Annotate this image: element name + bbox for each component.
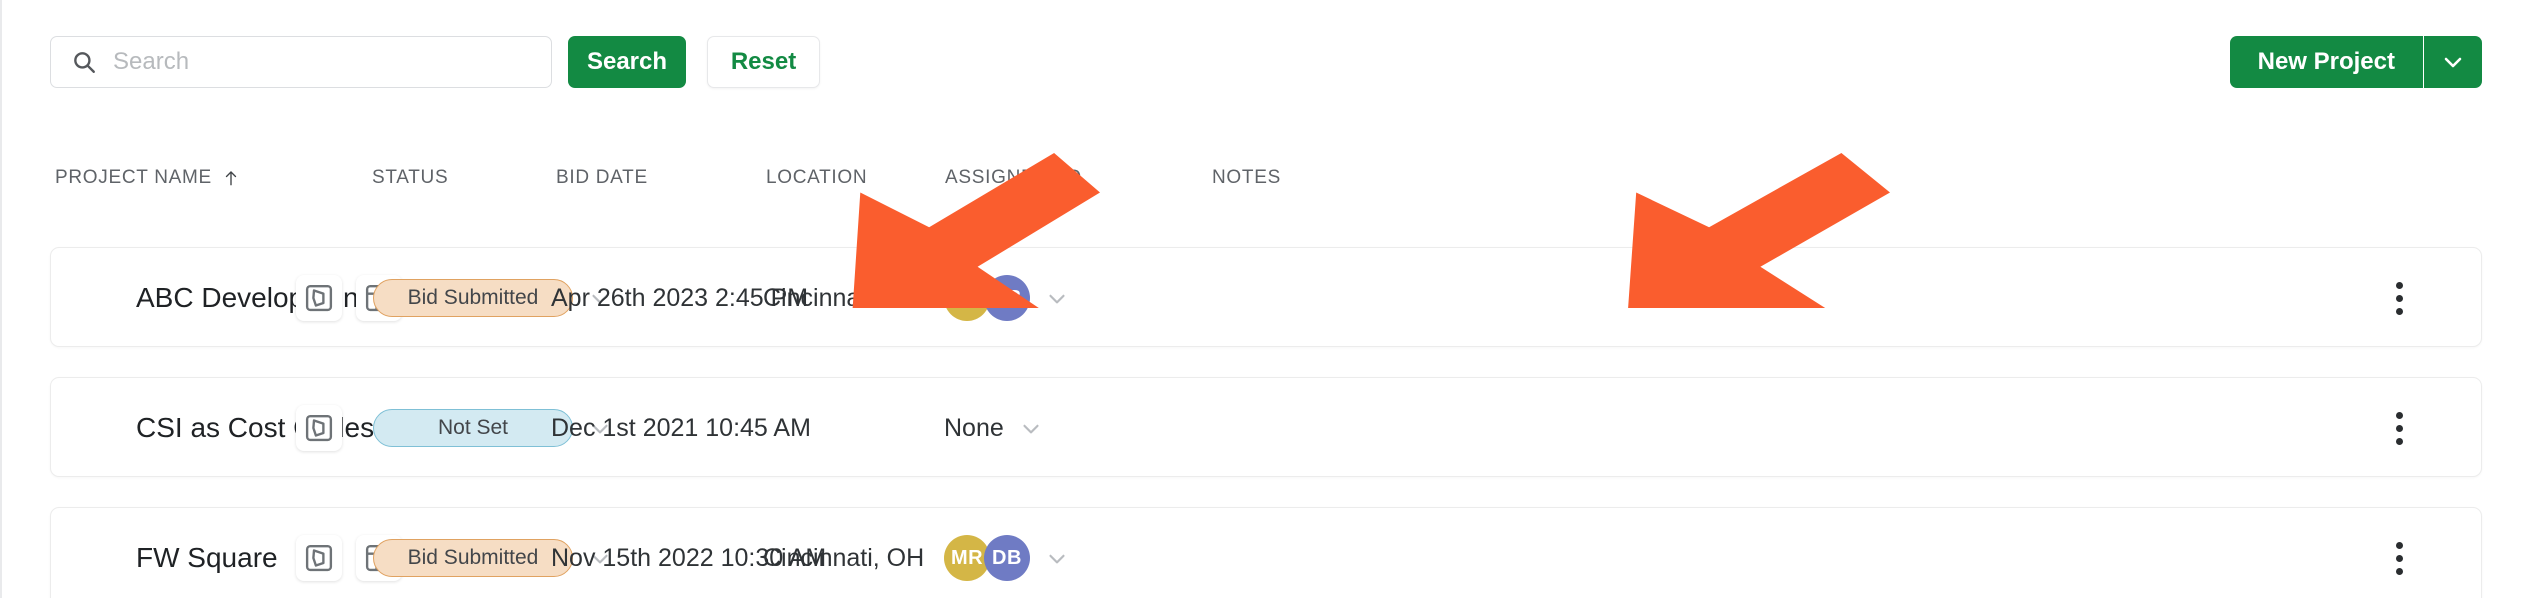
table-row[interactable]: FW Square Bid Submitted Nov 15th 2022 10:3… (50, 507, 2482, 598)
assigned-none-label: None (944, 413, 1004, 442)
row-menu-cell (2381, 508, 2417, 598)
chevron-down-icon[interactable] (1018, 415, 1044, 441)
row-menu-cell (2381, 378, 2417, 478)
polygon-shape-button[interactable] (296, 275, 342, 321)
avatar[interactable]: DB (984, 535, 1030, 581)
avatar-group[interactable]: MR DB (944, 535, 1030, 581)
avatar-group[interactable]: MR DB (944, 275, 1030, 321)
kebab-menu-icon[interactable] (2381, 405, 2417, 451)
assigned-to-cell: None (944, 378, 1044, 478)
projects-list-page: Search Reset New Project PROJECT NAMESTA… (0, 0, 2522, 598)
polygon-shape-icon (305, 414, 333, 442)
assigned-to-cell: MR DB (944, 508, 1070, 598)
table-rows: ABC Development Bid Submitted Apr 26th 202… (0, 0, 2522, 598)
kebab-menu-icon[interactable] (2381, 535, 2417, 581)
kebab-menu-icon[interactable] (2381, 275, 2417, 321)
avatar[interactable]: DB (984, 275, 1030, 321)
table-row[interactable]: CSI as Cost Codes Not Set Dec 1st 2021 10:… (50, 377, 2482, 477)
row-menu-cell (2381, 248, 2417, 348)
location-cell[interactable]: Cincinnati (763, 248, 873, 348)
bid-date-cell[interactable]: Dec 1st 2021 10:45 AM (551, 378, 811, 478)
polygon-shape-button[interactable] (296, 535, 342, 581)
status-badge[interactable]: Bid Submitted (373, 539, 573, 577)
row-action-icons (296, 378, 342, 478)
polygon-shape-button[interactable] (296, 405, 342, 451)
polygon-shape-icon (305, 284, 333, 312)
project-name-cell[interactable]: FW Square (136, 508, 278, 598)
chevron-down-icon[interactable] (1044, 545, 1070, 571)
assigned-to-cell: MR DB (944, 248, 1070, 348)
polygon-shape-icon (305, 544, 333, 572)
location-cell[interactable]: Cincinnati, OH (763, 508, 924, 598)
status-badge[interactable]: Not Set (373, 409, 573, 447)
status-badge[interactable]: Bid Submitted (373, 279, 573, 317)
table-row[interactable]: ABC Development Bid Submitted Apr 26th 202… (50, 247, 2482, 347)
chevron-down-icon[interactable] (1044, 285, 1070, 311)
